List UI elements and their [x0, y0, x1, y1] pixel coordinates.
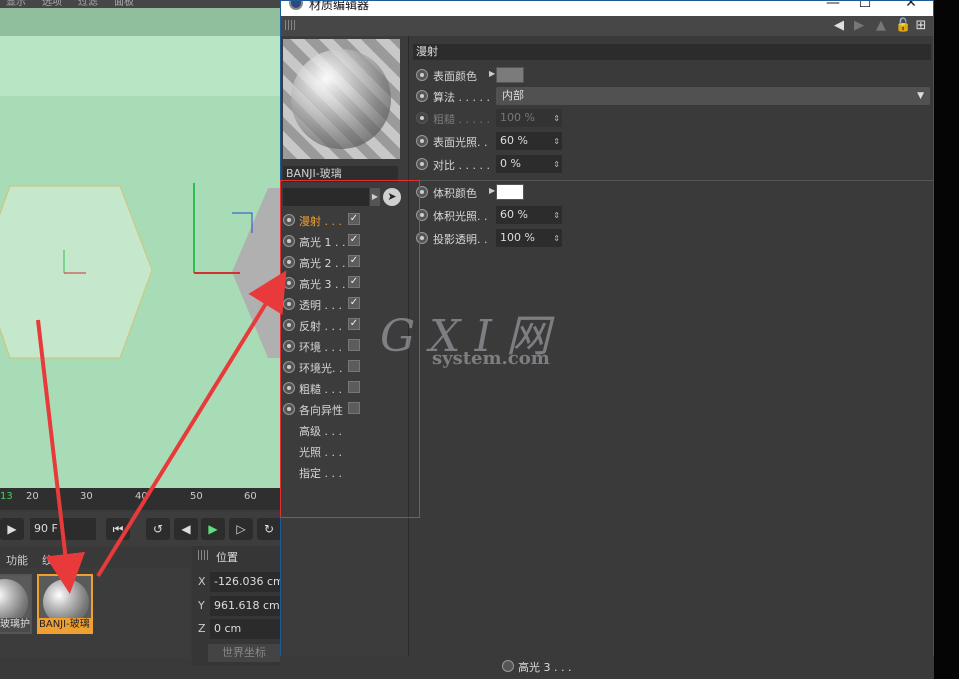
arrow-to-editor: [96, 270, 287, 578]
arrow-to-material: [36, 319, 86, 594]
watermark-site: system.com: [432, 348, 550, 369]
